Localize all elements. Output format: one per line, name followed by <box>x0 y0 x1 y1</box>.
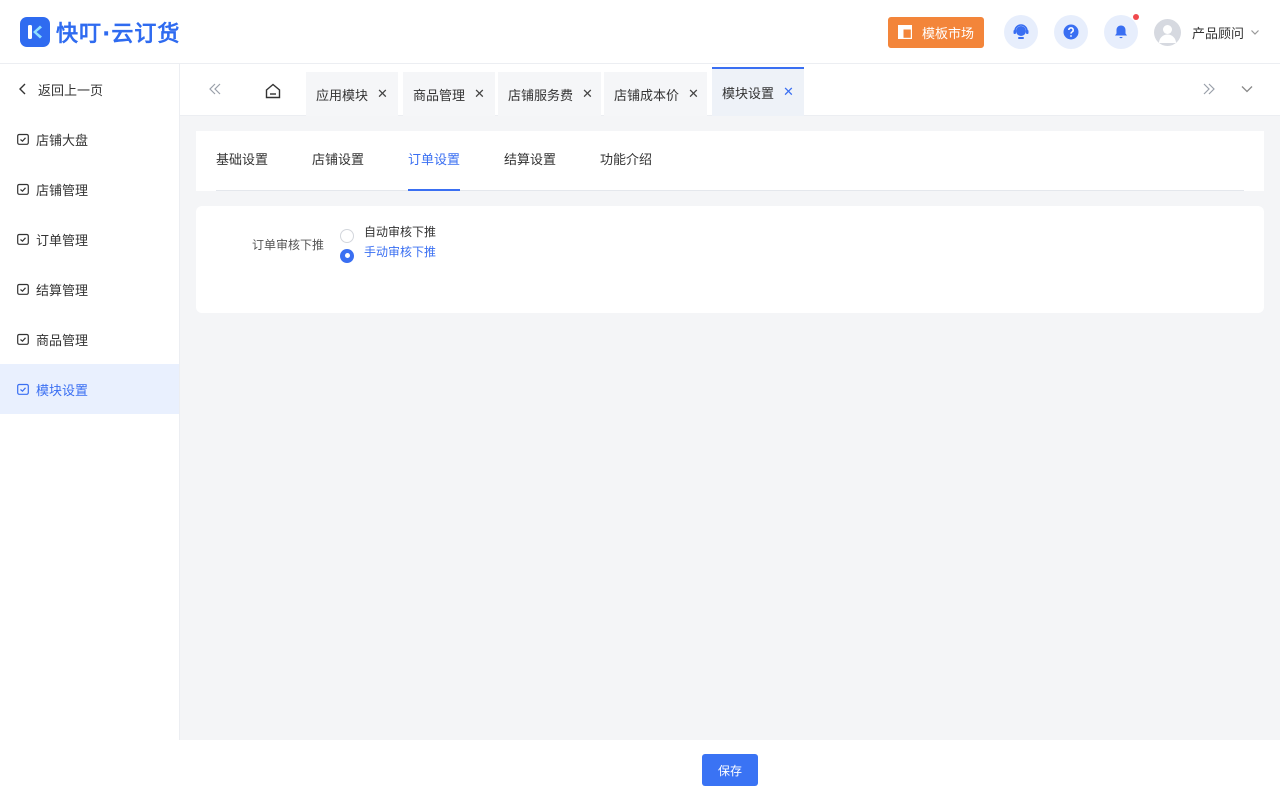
tab-label: 应用模块 <box>316 88 369 104</box>
page-tab-bar: 应用模块 ✕ 商品管理 ✕ 店铺服务费 ✕ 店铺成本价 ✕ 模块设置 ✕ <box>180 64 1280 116</box>
radio-label: 手动审核下推 <box>364 245 437 259</box>
sidebar-item-label: 结算管理 <box>36 283 89 299</box>
close-icon[interactable]: ✕ <box>783 85 794 100</box>
settings-subtabs-card: 基础设置 店铺设置 订单设置 结算设置 功能介绍 <box>196 131 1264 191</box>
tab-label: 店铺服务费 <box>508 88 574 104</box>
user-menu[interactable]: 产品顾问 <box>1153 18 1260 46</box>
tab-label: 店铺成本价 <box>614 88 680 104</box>
calendar-icon <box>17 383 29 395</box>
brand-name: 快叮·云订货 <box>56 21 181 47</box>
chevron-left-icon <box>19 83 26 95</box>
tab-label: 商品管理 <box>413 88 466 104</box>
radio-button-checked[interactable] <box>340 248 354 263</box>
order-settings-form: 订单审核下推 自动审核下推 手动审核下推 <box>196 206 1264 313</box>
user-name: 产品顾问 <box>1191 26 1244 42</box>
sidebar-item-module-settings[interactable]: 模块设置 <box>0 364 179 414</box>
order-review-push-label: 订单审核下推 <box>252 238 325 252</box>
tab-module-settings[interactable]: 模块设置 ✕ <box>712 67 804 116</box>
tab-product-management[interactable]: 商品管理 ✕ <box>403 72 495 116</box>
back-link[interactable]: 返回上一页 <box>0 64 179 114</box>
help-button[interactable] <box>1053 15 1088 49</box>
subtab-feature-intro[interactable]: 功能介绍 <box>600 131 652 191</box>
bell-icon <box>1114 25 1127 39</box>
sidebar-item-dashboard[interactable]: 店铺大盘 <box>0 114 179 164</box>
calendar-icon <box>17 233 29 245</box>
save-button[interactable]: 保存 <box>702 754 758 786</box>
double-chevron-left-icon[interactable] <box>208 82 222 96</box>
brand-logo[interactable]: 快叮·云订货 <box>20 16 180 48</box>
sidebar-item-label: 模块设置 <box>36 383 89 399</box>
close-icon[interactable]: ✕ <box>582 87 593 102</box>
user-avatar-icon <box>1153 18 1181 46</box>
radio-manual-review-push[interactable]: 手动审核下推 <box>340 245 436 264</box>
calendar-icon <box>17 283 29 295</box>
calendar-icon <box>17 183 29 195</box>
subtab-settlement-settings[interactable]: 结算设置 <box>504 131 556 191</box>
notification-dot <box>1132 14 1139 20</box>
sidebar-item-label: 店铺大盘 <box>36 133 89 149</box>
subtab-store-settings[interactable]: 店铺设置 <box>312 131 364 191</box>
tab-store-cost-price[interactable]: 店铺成本价 ✕ <box>604 72 707 116</box>
tab-label: 模块设置 <box>722 87 775 102</box>
customer-service-button[interactable] <box>1003 15 1038 49</box>
close-icon[interactable]: ✕ <box>377 87 388 102</box>
sidebar-item-label: 商品管理 <box>36 333 89 349</box>
notification-button[interactable] <box>1103 14 1139 49</box>
radio-label: 自动审核下推 <box>364 225 437 239</box>
subtab-basic-settings[interactable]: 基础设置 <box>216 131 268 191</box>
sidebar-item-order-management[interactable]: 订单管理 <box>0 214 179 264</box>
calendar-icon <box>17 333 29 345</box>
home-icon[interactable] <box>264 82 282 100</box>
template-market-button[interactable]: 模板市场 <box>887 16 984 48</box>
chevron-down-icon <box>1251 30 1259 35</box>
close-icon[interactable]: ✕ <box>688 87 699 102</box>
back-link-label: 返回上一页 <box>38 83 104 99</box>
template-icon <box>897 25 912 39</box>
sidebar-item-label: 店铺管理 <box>36 183 89 199</box>
calendar-icon <box>17 133 29 145</box>
footer-bar: 保存 <box>0 740 1280 800</box>
top-header: 快叮·云订货 模板市场 产品顾问 <box>0 0 1280 64</box>
settings-subtabs: 基础设置 店铺设置 订单设置 结算设置 功能介绍 <box>216 131 1244 191</box>
tab-store-service-fee[interactable]: 店铺服务费 ✕ <box>498 72 601 116</box>
subtab-order-settings[interactable]: 订单设置 <box>408 131 461 191</box>
brand-logo-icon <box>20 16 50 47</box>
customer-service-icon <box>1013 24 1029 39</box>
help-icon <box>1063 24 1079 40</box>
chevron-down-icon[interactable] <box>1240 82 1254 96</box>
radio-button[interactable] <box>340 228 354 243</box>
radio-auto-review-push[interactable]: 自动审核下推 <box>340 225 436 244</box>
double-chevron-right-icon[interactable] <box>1202 82 1216 96</box>
sidebar-item-settlement-management[interactable]: 结算管理 <box>0 264 179 314</box>
sidebar-item-store-management[interactable]: 店铺管理 <box>0 164 179 214</box>
sidebar: 返回上一页 店铺大盘 店铺管理 订单管理 结算管理 商品管理 模块设置 <box>0 64 180 740</box>
close-icon[interactable]: ✕ <box>474 87 485 102</box>
sidebar-item-label: 订单管理 <box>36 233 89 249</box>
sidebar-item-product-management[interactable]: 商品管理 <box>0 314 179 364</box>
template-market-label: 模板市场 <box>921 26 974 42</box>
tab-app-modules[interactable]: 应用模块 ✕ <box>306 72 398 116</box>
